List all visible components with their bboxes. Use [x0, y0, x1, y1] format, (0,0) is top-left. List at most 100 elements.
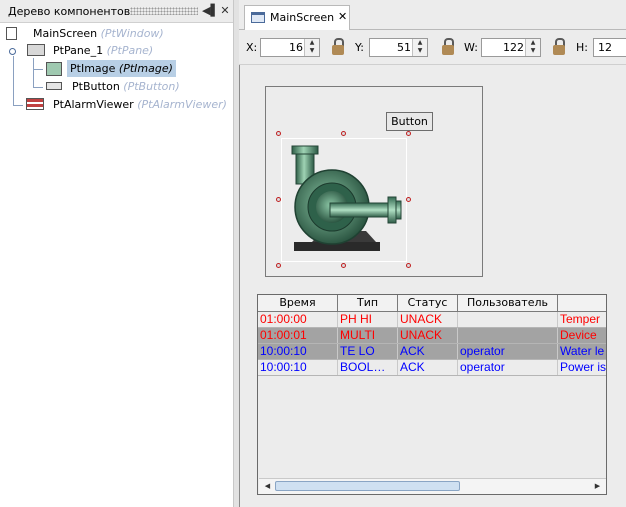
- tree-node-mainscreen[interactable]: MainScreen (PtWindow): [6, 25, 226, 42]
- cell-message: Water le: [560, 344, 605, 358]
- coordinates-toolbar: X: 16 ▲ ▼ Y: 51 ▲ ▼ W: 122 ▲ ▼ H: 12: [239, 30, 626, 65]
- tree-connector-line: [33, 69, 43, 70]
- table-row[interactable]: 01:00:00 PH HI UNACK Temper: [258, 312, 606, 328]
- tree-panel-header: Дерево компонентов ◀▌ ✕: [0, 0, 233, 23]
- spinner-arrows-icon[interactable]: ▲ ▼: [412, 39, 427, 56]
- h-label: H:: [576, 41, 588, 54]
- lock-icon[interactable]: [331, 38, 345, 56]
- cell-message: Temper: [560, 312, 601, 326]
- cell-status: ACK: [398, 360, 458, 375]
- x-value: 16: [289, 41, 303, 54]
- w-value: 122: [503, 41, 524, 54]
- tree-connector-line: [33, 87, 43, 88]
- minimize-panel-icon[interactable]: ◀▌: [202, 4, 219, 18]
- x-spinner[interactable]: 16 ▲ ▼: [260, 38, 320, 57]
- tree-node-type: (PtPane): [106, 44, 154, 57]
- column-header-status[interactable]: Статус: [398, 295, 458, 311]
- editor-tab-bar: MainScreen ✕: [239, 0, 626, 30]
- component-tree-panel: Дерево компонентов ◀▌ ✕ MainScreen (PtWi…: [0, 0, 233, 507]
- spinner-arrows-icon[interactable]: ▲ ▼: [304, 39, 319, 56]
- lock-icon[interactable]: [552, 38, 566, 56]
- alarm-table-header: Время Тип Статус Пользователь: [258, 295, 606, 312]
- tree-connector-line: [13, 56, 14, 106]
- cell-time: 10:00:10: [258, 344, 338, 359]
- resize-handle[interactable]: [406, 131, 411, 136]
- button-icon: [46, 82, 62, 90]
- table-row[interactable]: 01:00:01 MULTI UNACK Device: [258, 328, 606, 344]
- tab-label: MainScreen: [270, 11, 335, 24]
- tree-node-label: MainScreen: [33, 27, 98, 40]
- y-spinner[interactable]: 51 ▲ ▼: [369, 38, 428, 57]
- resize-handle[interactable]: [341, 131, 346, 136]
- resize-handle[interactable]: [276, 131, 281, 136]
- h-value: 12: [598, 41, 612, 54]
- image-icon: [46, 62, 62, 76]
- y-label: Y:: [355, 41, 364, 54]
- cell-user: operator: [458, 360, 558, 375]
- column-header-user[interactable]: Пользователь: [458, 295, 558, 311]
- spinner-arrows-icon[interactable]: ▲ ▼: [525, 39, 540, 56]
- tree-panel-title: Дерево компонентов: [8, 5, 131, 18]
- cell-type: BOOL…: [338, 360, 398, 375]
- centrifugal-pump-image: [291, 145, 402, 251]
- table-row[interactable]: 10:00:10 BOOL… ACK operator Power is: [258, 360, 607, 376]
- alarm-viewer-widget[interactable]: Время Тип Статус Пользователь 01:00:00 P…: [257, 294, 607, 495]
- cell-type: TE LO: [338, 344, 398, 359]
- tree-connector-line: [13, 105, 23, 106]
- tree-node-type: (PtButton): [123, 80, 180, 93]
- cell-message: Device: [560, 328, 597, 342]
- lock-icon[interactable]: [441, 38, 455, 56]
- close-tab-icon[interactable]: ✕: [338, 10, 347, 23]
- close-panel-icon[interactable]: ✕: [218, 4, 232, 18]
- cell-type: MULTI: [338, 328, 398, 343]
- ptimage-widget[interactable]: [281, 138, 407, 262]
- resize-handle[interactable]: [276, 197, 281, 202]
- h-spinner[interactable]: 12: [593, 38, 626, 57]
- tree-node-ptalarmviewer[interactable]: PtAlarmViewer (PtAlarmViewer): [26, 96, 227, 113]
- cell-type: PH HI: [338, 312, 398, 327]
- cell-status: UNACK: [398, 328, 458, 343]
- tree-node-label: PtAlarmViewer: [53, 98, 134, 111]
- cell-message: Power is: [560, 360, 607, 374]
- column-header-time[interactable]: Время: [258, 295, 338, 311]
- panel-drag-grip[interactable]: [130, 7, 198, 15]
- resize-handle[interactable]: [406, 197, 411, 202]
- tree-connector-line: [33, 58, 34, 88]
- resize-handle[interactable]: [406, 263, 411, 268]
- alarm-viewer-icon: [26, 98, 44, 110]
- tree-node-ptimage[interactable]: PtImage (PtImage): [46, 60, 226, 77]
- resize-handle[interactable]: [341, 263, 346, 268]
- tree-node-type: (PtImage): [118, 62, 173, 75]
- canvas-left-edge: [239, 65, 240, 507]
- tree-node-type: (PtWindow): [100, 27, 164, 40]
- ptbutton-widget[interactable]: Button: [386, 112, 433, 131]
- tree-node-label: PtPane_1: [53, 44, 104, 57]
- column-header-message[interactable]: [558, 295, 606, 311]
- w-label: W:: [464, 41, 478, 54]
- tab-mainscreen[interactable]: MainScreen ✕: [244, 5, 350, 30]
- tree-node-ptbutton[interactable]: PtButton (PtButton): [46, 78, 226, 95]
- cell-time: 01:00:01: [258, 328, 338, 343]
- scroll-right-icon[interactable]: ▶: [592, 481, 603, 492]
- tree-node-ptpane[interactable]: PtPane_1 (PtPane): [6, 42, 226, 59]
- column-header-type[interactable]: Тип: [338, 295, 398, 311]
- cell-time: 10:00:10: [258, 360, 338, 375]
- expand-toggle-icon[interactable]: [9, 48, 16, 55]
- screen-icon: [251, 12, 265, 23]
- table-row[interactable]: 10:00:10 TE LO ACK operator Water le: [258, 344, 606, 360]
- tree-node-type: (PtAlarmViewer): [137, 98, 227, 111]
- cell-time: 01:00:00: [258, 312, 338, 327]
- pane-icon: [27, 44, 45, 56]
- x-label: X:: [246, 41, 258, 54]
- cell-user: operator: [458, 344, 558, 359]
- window-icon: [6, 27, 17, 40]
- scroll-left-icon[interactable]: ◀: [262, 481, 273, 492]
- tree-node-label: PtImage: [70, 62, 116, 75]
- scrollbar-thumb[interactable]: [275, 481, 460, 491]
- cell-status: ACK: [398, 344, 458, 359]
- horizontal-scrollbar[interactable]: ◀ ▶: [259, 478, 606, 494]
- resize-handle[interactable]: [276, 263, 281, 268]
- y-value: 51: [397, 41, 411, 54]
- tree-node-label: PtButton: [72, 80, 120, 93]
- w-spinner[interactable]: 122 ▲ ▼: [481, 38, 541, 57]
